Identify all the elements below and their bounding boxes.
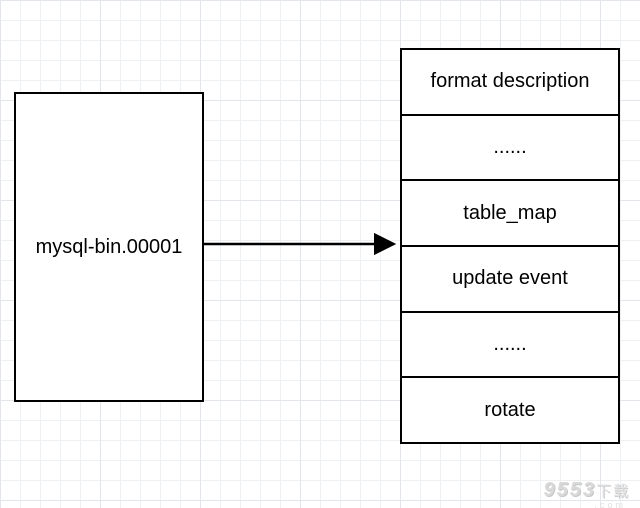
event-cell: table_map [402, 181, 618, 247]
event-cell-label: format description [431, 70, 590, 93]
event-cell-label: ...... [493, 136, 526, 159]
event-cell-label: rotate [484, 399, 535, 422]
watermark-subtext: .com [594, 500, 626, 508]
event-cell: ...... [402, 313, 618, 379]
source-node-label: mysql-bin.00001 [36, 236, 183, 259]
watermark-logo: 9553下载 [543, 479, 630, 502]
event-stack: format description ...... table_map upda… [400, 48, 620, 444]
watermark-brand: 9553 [543, 479, 596, 501]
arrow-source-to-stack [204, 224, 404, 264]
event-cell-label: ...... [493, 333, 526, 356]
event-cell: format description [402, 50, 618, 116]
watermark-suffix: 下载 [596, 483, 630, 500]
event-cell: rotate [402, 378, 618, 442]
event-cell-label: update event [452, 267, 568, 290]
event-cell: update event [402, 247, 618, 313]
diagram-canvas: mysql-bin.00001 format description .....… [0, 0, 640, 508]
event-cell-label: table_map [463, 202, 556, 225]
event-cell: ...... [402, 116, 618, 182]
source-node: mysql-bin.00001 [14, 92, 204, 402]
